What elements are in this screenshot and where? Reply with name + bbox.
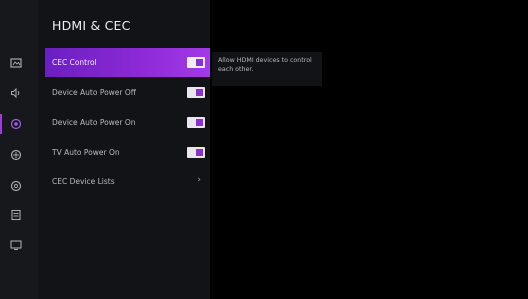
device-auto-power-on-toggle[interactable]	[187, 117, 205, 128]
menu-item-device-auto-power-on[interactable]: Device Auto Power On	[45, 108, 210, 137]
cec-control-toggle[interactable]	[187, 57, 205, 68]
toggle-knob	[196, 119, 203, 126]
picture-icon[interactable]	[9, 56, 23, 70]
chevron-right-icon: ›	[197, 175, 201, 185]
toggle-knob	[196, 149, 203, 156]
toggle-knob	[196, 89, 203, 96]
menu-item-device-auto-power-off[interactable]: Device Auto Power Off	[45, 78, 210, 107]
settings-icon[interactable]	[9, 179, 23, 193]
settings-panel: HDMI & CEC CEC Control Device Auto Power…	[38, 0, 210, 299]
accessibility-icon[interactable]	[9, 148, 23, 162]
sound-icon[interactable]	[9, 86, 23, 100]
menu-item-label: CEC Control	[52, 58, 97, 67]
menu-item-label: CEC Device Lists	[52, 177, 115, 186]
menu-item-label: Device Auto Power On	[52, 118, 136, 127]
system-icon[interactable]	[9, 208, 23, 222]
menu-item-cec-device-lists[interactable]: CEC Device Lists ›	[45, 167, 210, 196]
tv-auto-power-on-toggle[interactable]	[187, 147, 205, 158]
menu-item-tv-auto-power-on[interactable]: TV Auto Power On	[45, 138, 210, 167]
menu-item-label: TV Auto Power On	[52, 148, 120, 157]
help-tooltip: Allow HDMI devices to control each other…	[212, 52, 322, 86]
page-title: HDMI & CEC	[52, 18, 131, 33]
toggle-knob	[196, 59, 203, 66]
connection-icon[interactable]	[0, 114, 23, 134]
display-icon[interactable]	[9, 238, 23, 252]
menu-item-cec-control[interactable]: CEC Control	[45, 48, 210, 77]
device-auto-power-off-toggle[interactable]	[187, 87, 205, 98]
sidebar-rail	[0, 0, 38, 299]
menu-item-label: Device Auto Power Off	[52, 88, 136, 97]
